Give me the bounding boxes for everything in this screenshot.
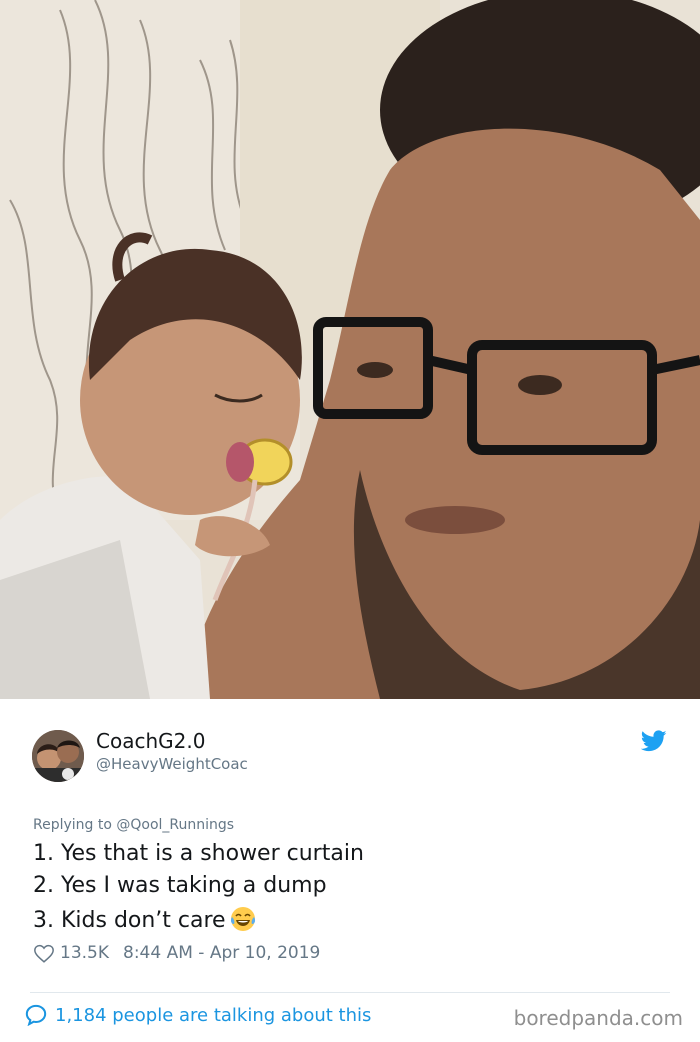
avatar-image	[32, 730, 84, 782]
like-count[interactable]: 13.5K	[60, 943, 109, 963]
photo-illustration	[0, 0, 700, 699]
replying-to[interactable]: Replying to @Qool_Runnings	[33, 817, 234, 833]
tweet-photo[interactable]	[0, 0, 700, 699]
tweet-text-line-2: 2. Yes I was taking a dump	[33, 873, 327, 898]
watermark-brand: boredpanda.com	[513, 1006, 683, 1030]
heart-icon[interactable]	[34, 944, 54, 963]
talking-link[interactable]: 1,184 people are talking about this	[25, 1004, 372, 1027]
twitter-bird-icon[interactable]	[640, 730, 667, 754]
tweet-meta: 13.5K 8:44 AM - Apr 10, 2019	[34, 943, 320, 963]
tweet-timestamp[interactable]: 8:44 AM - Apr 10, 2019	[123, 943, 320, 963]
tweet-text-line-3: 3. Kids don’t care	[33, 906, 256, 933]
tweet-text-line-3-text: 3. Kids don’t care	[33, 908, 226, 933]
speech-bubble-icon	[25, 1004, 47, 1027]
user-handle[interactable]: @HeavyWeightCoac	[96, 755, 248, 773]
avatar[interactable]	[32, 730, 84, 782]
talking-text: 1,184 people are talking about this	[55, 1004, 372, 1026]
tears-of-joy-emoji-icon	[230, 906, 256, 932]
divider	[30, 992, 670, 993]
tweet-text-line-1: 1. Yes that is a shower curtain	[33, 841, 364, 866]
display-name[interactable]: CoachG2.0	[96, 729, 205, 753]
